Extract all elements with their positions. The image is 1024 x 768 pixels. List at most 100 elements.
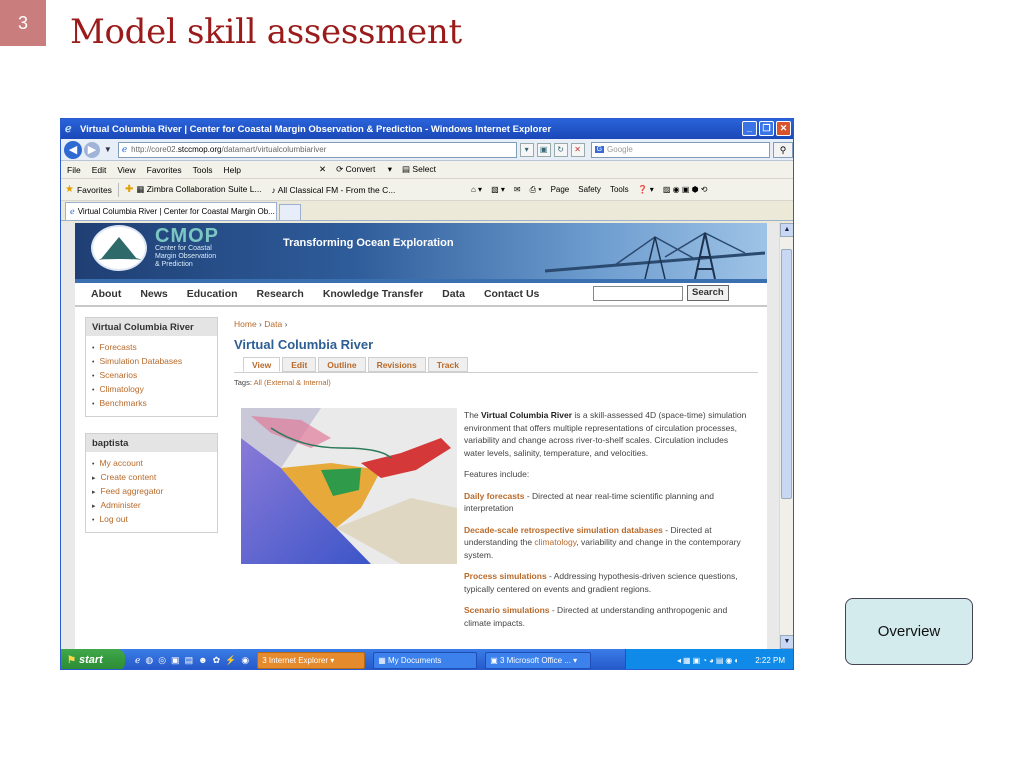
search-go-icon[interactable]: ⚲: [773, 141, 793, 158]
climatology-link[interactable]: climatology: [534, 537, 576, 547]
task-my-documents[interactable]: ▦ My Documents: [373, 651, 478, 669]
breadcrumb-home[interactable]: Home: [234, 319, 257, 329]
site-search-button[interactable]: Search: [687, 285, 729, 301]
favorite-label: Zimbra Collaboration Suite L...: [146, 184, 262, 194]
minimize-button[interactable]: _: [742, 121, 757, 136]
address-dropdown-icon[interactable]: ▾: [519, 142, 534, 157]
tab-track[interactable]: Track: [427, 357, 468, 372]
new-tab-button[interactable]: [279, 204, 301, 220]
sidebar-item-climatology[interactable]: • Climatology: [92, 382, 217, 396]
nav-contact-us[interactable]: Contact Us: [484, 288, 539, 300]
nav-education[interactable]: Education: [187, 288, 238, 300]
sidebar-item-benchmarks[interactable]: • Benchmarks: [92, 396, 217, 410]
print-icon[interactable]: ⎙ ▾: [530, 185, 542, 195]
start-button[interactable]: ⚑ start: [61, 649, 125, 669]
forward-button[interactable]: ▶: [83, 141, 100, 158]
feature-link[interactable]: Daily forecasts: [464, 491, 524, 501]
sidebar-item-forecasts[interactable]: • Forecasts: [92, 340, 217, 354]
menu-help[interactable]: Help: [223, 165, 240, 175]
favorite-item-zimbra[interactable]: ▦ Zimbra Collaboration Suite L...: [136, 184, 261, 195]
window-titlebar[interactable]: ℯ Virtual Columbia River | Center for Co…: [61, 119, 793, 139]
nav-data[interactable]: Data: [442, 288, 465, 300]
favorite-item-classical[interactable]: ♪ All Classical FM - From the C...: [272, 185, 396, 195]
nav-knowledge-transfer[interactable]: Knowledge Transfer: [323, 288, 423, 300]
scroll-down-icon[interactable]: ▼: [780, 635, 793, 649]
history-dropdown-icon[interactable]: ▼: [104, 145, 112, 154]
feeds-icon[interactable]: ▧ ▾: [491, 185, 505, 194]
tab-revisions[interactable]: Revisions: [367, 357, 426, 372]
ie-logo-icon: ℯ: [65, 123, 72, 135]
cmop-logo-icon[interactable]: [91, 225, 147, 271]
sidebar-item-administer[interactable]: ▸ Administer: [92, 498, 217, 512]
sidebar-item-simulation-databases[interactable]: • Simulation Databases: [92, 354, 217, 368]
tools-menu[interactable]: Tools: [610, 185, 629, 194]
article-body: The Virtual Columbia River is a skill-as…: [464, 409, 748, 638]
address-input[interactable]: ℯ http://core02. stccmop.org/datamart/vir…: [117, 141, 517, 158]
nav-research[interactable]: Research: [257, 288, 304, 300]
compatibility-icon[interactable]: ▣: [536, 142, 551, 157]
site-tagline: Transforming Ocean Exploration: [283, 237, 454, 249]
quicklaunch-app-icon[interactable]: ☻: [198, 655, 207, 666]
tab-view[interactable]: View: [243, 357, 281, 372]
scroll-thumb[interactable]: [781, 249, 792, 499]
breadcrumb-data[interactable]: Data: [264, 319, 282, 329]
tab-outline[interactable]: Outline: [318, 357, 366, 372]
nav-about[interactable]: About: [91, 288, 121, 300]
feature-daily-forecasts: Daily forecasts - Directed at near real-…: [464, 490, 748, 515]
maximize-button[interactable]: ❐: [759, 121, 774, 136]
close-button[interactable]: ✕: [776, 121, 791, 136]
toolbar-close-icon[interactable]: ✕: [319, 164, 326, 175]
overview-button[interactable]: Overview: [845, 598, 973, 665]
add-favorite-icon[interactable]: ✚: [125, 184, 133, 195]
addon-icons[interactable]: ▨ ◉ ▣ ⬢ ⟲: [663, 185, 708, 194]
select-button[interactable]: ▤ Select: [402, 164, 446, 175]
quicklaunch-app-icon[interactable]: ✿: [213, 655, 221, 666]
tray-icons[interactable]: ◂▦▣◔◕▤◉◐: [677, 656, 741, 665]
scroll-up-icon[interactable]: ▲: [780, 223, 793, 237]
vertical-scrollbar[interactable]: ▲ ▼: [779, 223, 793, 649]
url-prefix: http://core02.: [131, 145, 178, 154]
sidebar-item-feed-aggregator[interactable]: ▸ Feed aggregator: [92, 484, 217, 498]
refresh-icon[interactable]: ↻: [553, 142, 568, 157]
stop-icon[interactable]: ✕: [570, 142, 585, 157]
menu-favorites[interactable]: Favorites: [147, 165, 182, 175]
menu-file[interactable]: File: [67, 165, 81, 175]
feature-link[interactable]: Process simulations: [464, 571, 547, 581]
quicklaunch-app-icon[interactable]: ◍: [145, 655, 153, 666]
sidebar-item-scenarios[interactable]: • Scenarios: [92, 368, 217, 382]
sidebar-item-my-account[interactable]: • My account: [92, 456, 217, 470]
tab-edit[interactable]: Edit: [282, 357, 317, 372]
convert-button[interactable]: ⟳ Convert ▾: [336, 164, 392, 175]
help-icon[interactable]: ❓ ▾: [638, 185, 654, 194]
page-menu[interactable]: Page: [551, 185, 570, 194]
search-input[interactable]: G Google: [590, 141, 771, 158]
quicklaunch-app-icon[interactable]: ▤: [185, 655, 194, 666]
back-button[interactable]: ◀: [64, 140, 82, 159]
site-banner: CMOP Center for Coastal Margin Observati…: [75, 223, 767, 279]
quicklaunch-app-icon[interactable]: ⚡: [225, 655, 236, 666]
feature-link[interactable]: Decade-scale retrospective simulation da…: [464, 525, 663, 535]
menu-view[interactable]: View: [117, 165, 135, 175]
quicklaunch-ie-icon[interactable]: ℯ: [135, 655, 140, 666]
mail-icon[interactable]: ✉: [514, 185, 521, 194]
nav-news[interactable]: News: [140, 288, 167, 300]
browser-tab-active[interactable]: ℯ Virtual Columbia River | Center for Co…: [65, 202, 277, 220]
quicklaunch-app-icon[interactable]: ◉: [241, 655, 249, 666]
site-search-input[interactable]: [593, 286, 683, 301]
sidebar-item-log-out[interactable]: • Log out: [92, 512, 217, 526]
task-internet-explorer[interactable]: 3 Internet Explorer ▾: [257, 651, 366, 669]
menu-edit[interactable]: Edit: [92, 165, 107, 175]
quick-launch: ℯ ◍ ◎ ▣ ▤ ☻ ✿ ⚡ ◉: [135, 655, 249, 666]
quicklaunch-app-icon[interactable]: ◎: [158, 655, 166, 666]
feature-link[interactable]: Scenario simulations: [464, 605, 550, 615]
task-microsoft-office[interactable]: ▣ 3 Microsoft Office ... ▾: [485, 651, 592, 669]
sidebar-item-create-content[interactable]: ▸ Create content: [92, 470, 217, 484]
tab-bar: ℯ Virtual Columbia River | Center for Co…: [61, 201, 793, 221]
favorites-button[interactable]: Favorites: [77, 185, 112, 195]
menu-tools[interactable]: Tools: [193, 165, 213, 175]
tags-link[interactable]: All (External & Internal): [254, 378, 331, 387]
quicklaunch-app-icon[interactable]: ▣: [171, 655, 180, 666]
safety-menu[interactable]: Safety: [578, 185, 601, 194]
page-favicon-icon: ℯ: [121, 144, 128, 154]
home-icon[interactable]: ⌂ ▾: [471, 185, 482, 194]
